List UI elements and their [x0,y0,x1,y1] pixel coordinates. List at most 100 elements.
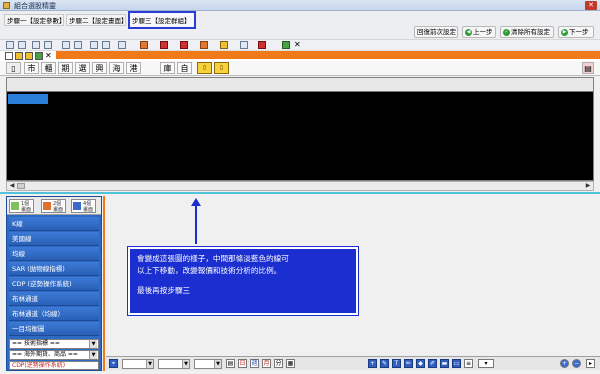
btn-futures[interactable]: 期 [58,62,73,74]
one-panel-button[interactable]: 1個畫面 [9,199,34,213]
quote-grid[interactable] [6,77,594,181]
layout-icon-2[interactable] [18,41,26,49]
four-panel-button[interactable]: 4個畫面 [71,199,96,213]
prev-arrow-icon: ◀ [465,28,472,36]
current-indicator-value: CDP(逆勢操作系統) [12,362,66,369]
layout-icon-4[interactable] [44,41,52,49]
format-icon[interactable] [240,41,248,49]
shape-icon[interactable]: ▬ [440,359,449,368]
two-panel-icon [43,202,51,210]
sidebar-item-cdp[interactable]: CDP (逆勢操作系統) [9,277,99,291]
scroll-right-icon[interactable]: ▶ [583,182,593,190]
sidebar-item-sar[interactable]: SAR (拋物線指標) [9,262,99,276]
prev-button[interactable]: ◀ 上一步 [462,26,496,38]
tab-step1[interactable]: 步驟一【設定參數】 [4,14,66,26]
fill-color-icon[interactable] [200,41,208,49]
layout-icon-1[interactable] [6,41,14,49]
layout-toolbar: ✕ [0,39,600,50]
sidebar-item-ohlc[interactable]: 美國線 [9,232,99,246]
line-style-icon[interactable]: ≡ [464,359,473,368]
lock-icon[interactable] [258,41,266,49]
grid-icon-2[interactable] [74,41,82,49]
move-right-icon[interactable] [25,52,33,60]
week-icon[interactable]: 週 [250,359,259,368]
restore-button[interactable]: 回復前次設定 [414,26,458,38]
btn-otc[interactable]: 櫃 [41,62,56,74]
next-button[interactable]: ▶ 下一步 [558,26,594,38]
move-left-icon[interactable] [15,52,23,60]
grid-header [7,78,593,92]
sidebar-item-bollinger[interactable]: 布林通道 [9,292,99,306]
scroll-end-icon[interactable]: ▸ [586,359,595,368]
cursor-icon[interactable]: ⌖ [109,359,118,368]
period-select[interactable]: ▼ [122,359,154,369]
grid-toggle-icon[interactable]: ▦ [286,359,295,368]
chevron-down-icon: ▼ [146,360,153,368]
clipboard-icon[interactable]: ▤ [582,62,594,74]
date-icon[interactable]: 日 [238,359,247,368]
layout-icon-3[interactable] [32,41,40,49]
eraser-icon[interactable]: ◆ [416,359,425,368]
btn-listed[interactable]: 市 [24,62,39,74]
pencil-icon[interactable]: ✏ [404,359,413,368]
two-panel-label: 2個畫面 [53,201,64,213]
remove-column-icon[interactable]: ✕ [45,52,53,60]
btn-overseas[interactable]: 海 [109,62,124,74]
close-button[interactable]: ✕ [585,1,597,10]
sidebar-item-kline[interactable]: K線 [9,217,99,231]
title-bar: 組合選股精靈 ✕ [0,0,600,11]
monitor-icon[interactable]: ▭ [452,359,461,368]
border-color-icon[interactable] [140,41,148,49]
four-panel-icon [73,202,81,210]
wrench-icon[interactable]: ✎ [380,359,389,368]
font-color-icon[interactable] [160,41,168,49]
scroll-thumb[interactable] [17,183,25,189]
arrow-down-icon[interactable]: ⇩ [214,62,229,74]
crosshair-icon[interactable]: + [368,359,377,368]
grid-icon-5[interactable] [118,41,126,49]
grid-icon-3[interactable] [90,41,98,49]
btn-emerging[interactable]: 興 [92,62,107,74]
one-panel-icon [11,202,19,210]
chart-color-icon[interactable] [180,41,188,49]
btn-options[interactable]: 選 [75,62,90,74]
tab-step2[interactable]: 步驟二【設定畫面】 [66,14,128,26]
grid-icon-1[interactable] [62,41,70,49]
panel-splitter[interactable] [0,192,600,194]
delete-icon[interactable]: ✕ [294,40,301,49]
btn-hongkong[interactable]: 港 [126,62,141,74]
refresh-icon[interactable] [35,52,43,60]
minute-icon[interactable]: 分 [274,359,283,368]
arrow-up-icon[interactable]: ⇧ [197,62,212,74]
value-field[interactable]: ▼ [194,359,222,369]
text-icon[interactable]: T [392,359,401,368]
list-icon[interactable]: ▤ [226,359,235,368]
sidebar-item-ma[interactable]: 均線 [9,247,99,261]
btn-inventory[interactable]: 庫 [160,62,175,74]
brush-icon[interactable]: ✐ [428,359,437,368]
current-indicator-select[interactable]: CDP(逆勢操作系統) [9,361,99,370]
clear-all-button[interactable]: ✓ 清除所有設定 [500,26,554,38]
two-panel-button[interactable]: 2個畫面 [41,199,66,213]
chevron-down-icon: ▼ [214,360,221,368]
horizontal-scrollbar[interactable]: ◀ ▶ [6,181,594,191]
highlight-icon[interactable] [220,41,228,49]
add-column-icon[interactable] [5,52,13,60]
range-select[interactable]: ▼ [158,359,190,369]
page-icon[interactable]: ▯ [6,62,21,74]
zoom-select[interactable]: ▾ [478,359,494,368]
month-icon[interactable]: 月 [262,359,271,368]
sidebar-item-bollinger-ma[interactable]: 布林通道（均線） [9,307,99,321]
scroll-left-icon[interactable]: ◀ [7,182,17,190]
btn-custom[interactable]: 自 [177,62,192,74]
tech-indicator-select[interactable]: == 技術指標 == ▼ [9,339,99,349]
grid-selected-cell[interactable] [8,94,48,104]
annotation-line-1: 會變成這張圖的樣子，中間那條淡藍色的線可 [137,254,289,263]
tab-step3[interactable]: 步驟三【設定群組】 [128,11,196,29]
grid-icon-4[interactable] [102,41,110,49]
overseas-select[interactable]: == 海外期貨、商品 == ▼ [9,350,99,360]
zoom-out-icon[interactable]: − [572,359,581,368]
save-icon[interactable] [282,41,290,49]
sidebar-item-ichimoku[interactable]: 一目均衡圖 [9,322,99,336]
zoom-in-icon[interactable]: + [560,359,569,368]
